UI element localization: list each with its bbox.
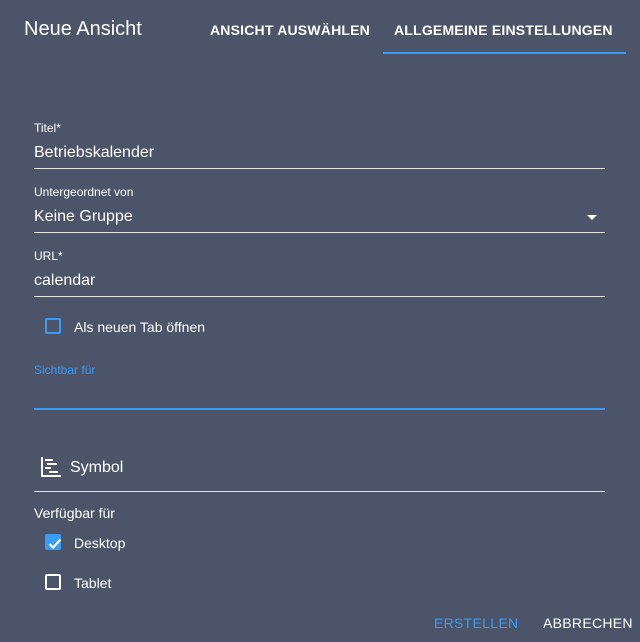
parent-underline	[34, 232, 605, 233]
create-button[interactable]: ERSTELLEN	[434, 615, 518, 631]
url-input[interactable]: calendar	[34, 272, 95, 290]
url-underline	[34, 296, 605, 297]
tab-select-view[interactable]: ANSICHT AUSWÄHLEN	[210, 22, 370, 38]
tab-general-settings[interactable]: ALLGEMEINE EINSTELLUNGEN	[394, 22, 613, 38]
tablet-checkbox[interactable]	[45, 574, 61, 590]
title-underline	[34, 168, 605, 169]
symbol-underline	[34, 491, 605, 492]
desktop-label: Desktop	[74, 535, 126, 551]
tablet-label: Tablet	[74, 575, 112, 591]
title-input[interactable]: Betriebskalender	[34, 144, 154, 162]
symbol-label[interactable]: Symbol	[70, 459, 123, 477]
available-for-label: Verfügbar für	[34, 505, 115, 521]
visible-for-input[interactable]	[34, 378, 605, 408]
dropdown-arrow-icon[interactable]	[587, 215, 597, 220]
new-tab-checkbox[interactable]	[45, 318, 61, 334]
url-label: URL*	[34, 249, 63, 263]
parent-select[interactable]: Keine Gruppe	[34, 208, 133, 226]
check-icon	[48, 538, 62, 550]
active-tab-indicator	[383, 52, 626, 54]
cancel-button[interactable]: ABBRECHEN	[543, 615, 633, 631]
gantt-icon[interactable]	[40, 456, 62, 478]
title-label: Titel*	[34, 121, 61, 135]
desktop-checkbox[interactable]	[45, 534, 62, 550]
parent-label: Untergeordnet von	[34, 185, 134, 199]
visible-for-underline	[34, 408, 605, 410]
visible-for-label: Sichtbar für	[34, 363, 96, 377]
new-tab-label: Als neuen Tab öffnen	[74, 319, 206, 335]
dialog-title: Neue Ansicht	[24, 18, 142, 40]
